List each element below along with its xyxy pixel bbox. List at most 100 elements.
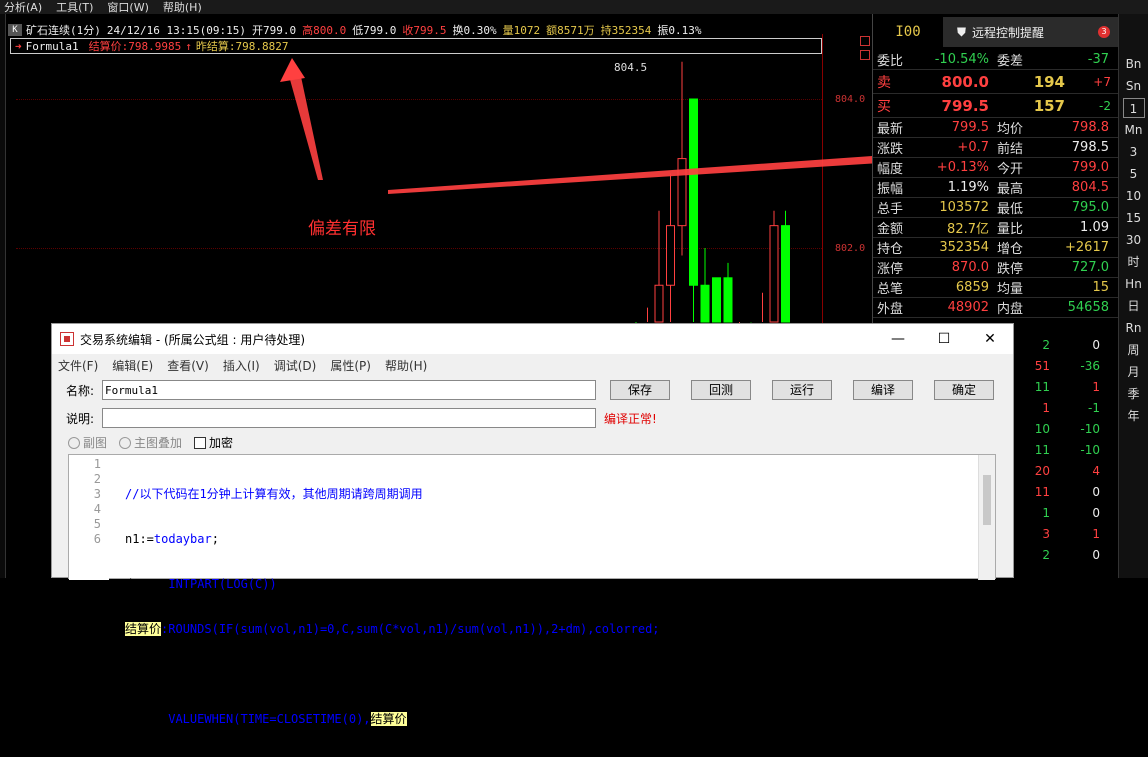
menu-window[interactable]: 窗口(W) xyxy=(107,0,148,15)
stat-value: 6859 xyxy=(955,280,989,295)
tick-pos-change: 0 xyxy=(1092,337,1100,352)
minimize-icon[interactable]: — xyxy=(875,331,921,347)
menu-analysis[interactable]: 分析(A) xyxy=(4,0,42,15)
period-button[interactable]: 月 xyxy=(1127,362,1139,382)
period-button[interactable]: 日 xyxy=(1127,296,1139,316)
tick-vol: 11 xyxy=(1034,442,1050,457)
app-icon xyxy=(60,332,74,346)
code-text[interactable]: //以下代码在1分钟上计算有效，其他周期请跨周期调用 n1:=todaybar;… xyxy=(125,457,660,757)
quote-panel-header: I00 ⛊ 远程控制提醒 3 xyxy=(873,14,1118,50)
code-editor[interactable]: 1 2 3 4 5 6 //以下代码在1分钟上计算有效，其他周期请跨周期调用 n… xyxy=(68,454,996,726)
line-number: 3 xyxy=(93,487,101,501)
radio-main-overlay[interactable] xyxy=(119,436,132,449)
candle-body xyxy=(666,225,675,286)
dlg-menu-help[interactable]: 帮助(H) xyxy=(385,357,427,374)
tick-pos-change: 4 xyxy=(1092,463,1100,478)
stat-value: +0.7 xyxy=(957,140,989,155)
save-button[interactable]: 保存 xyxy=(610,380,670,400)
shield-icon: ⛊ xyxy=(957,24,967,39)
dlg-menu-view[interactable]: 查看(V) xyxy=(167,357,209,374)
stat-label: 金额 xyxy=(877,222,904,237)
period-button[interactable]: 5 xyxy=(1130,164,1138,184)
tick-row: 10 -10 xyxy=(1012,418,1118,439)
candle-body xyxy=(712,277,721,323)
period-button[interactable]: Sn xyxy=(1126,76,1141,96)
dlg-menu-insert[interactable]: 插入(I) xyxy=(223,357,260,374)
encrypt-checkbox[interactable] xyxy=(194,436,207,449)
tick-vol: 51 xyxy=(1034,358,1050,373)
period-button[interactable]: 10 xyxy=(1126,186,1141,206)
period-button[interactable]: 年 xyxy=(1127,406,1139,426)
stat-label: 总笔 xyxy=(877,282,904,297)
code-line-1: //以下代码在1分钟上计算有效，其他周期请跨周期调用 xyxy=(125,487,423,501)
period-button[interactable]: 周 xyxy=(1127,340,1139,360)
tick-vol: 20 xyxy=(1034,463,1050,478)
radio-sub-chart[interactable] xyxy=(68,436,80,449)
scrollbar-thumb[interactable] xyxy=(983,475,991,525)
period-button[interactable]: 季 xyxy=(1127,384,1139,404)
sell-row[interactable]: 卖 800.0 194 +7 xyxy=(873,70,1118,94)
period-button[interactable]: Bn xyxy=(1126,54,1142,74)
tick-pos-change: 0 xyxy=(1092,484,1100,499)
weibi-row: 委比 -10.54% 委差 -37 xyxy=(873,50,1118,70)
period-button[interactable]: 1 xyxy=(1122,98,1145,118)
stat-row: 涨跌 +0.7 前结 798.5 xyxy=(873,138,1118,158)
dlg-menu-props[interactable]: 属性(P) xyxy=(330,357,371,374)
period-button[interactable]: Mn xyxy=(1125,120,1143,140)
line-number: 5 xyxy=(93,517,101,531)
period-button[interactable]: 30 xyxy=(1126,230,1141,250)
stat-label-2: 今开 xyxy=(997,162,1024,177)
stat-value: 103572 xyxy=(939,200,989,215)
period-button[interactable]: 时 xyxy=(1127,252,1139,272)
tick-pos-change: 1 xyxy=(1092,526,1100,541)
candle-body xyxy=(781,225,790,323)
tick-row: 1 -1 xyxy=(1012,397,1118,418)
period-button[interactable]: 15 xyxy=(1126,208,1141,228)
editor-scrollbar[interactable] xyxy=(978,455,995,580)
period-button[interactable]: Rn xyxy=(1126,318,1142,338)
sell-label: 卖 xyxy=(877,74,891,91)
dlg-menu-file[interactable]: 文件(F) xyxy=(58,357,98,374)
period-button[interactable]: Hn xyxy=(1125,274,1142,294)
line-number-gutter: 1 2 3 4 5 6 xyxy=(69,455,109,580)
run-button[interactable]: 运行 xyxy=(772,380,832,400)
menu-help[interactable]: 帮助(H) xyxy=(163,0,202,15)
maximize-icon[interactable]: ☐ xyxy=(921,331,967,347)
stat-rows: 最新 799.5 均价 798.8 涨跌 +0.7 前结 798.5 幅度 +0.13% 今开 799… xyxy=(873,118,1118,318)
stat-label: 振幅 xyxy=(877,182,904,197)
close-icon[interactable]: ✕ xyxy=(967,331,1013,347)
ok-button[interactable]: 确定 xyxy=(934,380,994,400)
sell-volume: 194 xyxy=(1033,72,1065,91)
stat-value-2: 798.5 xyxy=(1071,140,1109,155)
contract-code: I00 xyxy=(895,24,921,40)
period-tool-strip: Bn Sn 1 Mn 3 5 10 15 30 时 Hn 日 Rn 周月季年 xyxy=(1118,14,1148,578)
remote-control-reminder[interactable]: ⛊ 远程控制提醒 3 xyxy=(943,17,1118,47)
dialog-titlebar[interactable]: 交易系统编辑 - (所属公式组 : 用户待处理) — ☐ ✕ xyxy=(52,324,1013,354)
chart-side-square-icon[interactable] xyxy=(860,50,870,60)
name-input[interactable]: Formula1 xyxy=(102,380,596,400)
candle-body xyxy=(723,277,733,323)
dlg-menu-edit[interactable]: 编辑(E) xyxy=(112,357,153,374)
dlg-menu-debug[interactable]: 调试(D) xyxy=(274,357,317,374)
weibi-label: 委比 xyxy=(877,54,904,69)
menu-tools[interactable]: 工具(T) xyxy=(56,0,93,15)
stat-label: 最新 xyxy=(877,122,904,137)
buy-price: 799.5 xyxy=(941,96,989,115)
weicha-label: 委差 xyxy=(997,54,1024,69)
chart-side-square-icon[interactable] xyxy=(860,36,870,46)
backtest-button[interactable]: 回测 xyxy=(691,380,751,400)
stat-label: 持仓 xyxy=(877,242,904,257)
stat-label-2: 增仓 xyxy=(997,242,1024,257)
weicha-value: -37 xyxy=(1087,52,1109,67)
tick-row: 10 xyxy=(1012,502,1118,523)
buy-row[interactable]: 买 799.5 157 -2 xyxy=(873,94,1118,118)
code-line-4: 结算价:ROUNDS(IF(sum(vol,n1)=0,C,sum(C*vol,… xyxy=(125,622,660,636)
period-button[interactable]: 3 xyxy=(1130,142,1138,162)
desc-input[interactable] xyxy=(102,408,596,428)
tick-row: 11 1 xyxy=(1012,376,1118,397)
dialog-menubar: 文件(F) 编辑(E) 查看(V) 插入(I) 调试(D) 属性(P) 帮助(H… xyxy=(52,354,1013,376)
stat-label: 外盘 xyxy=(877,302,904,317)
candle-body xyxy=(769,225,779,323)
compile-button[interactable]: 编译 xyxy=(853,380,913,400)
